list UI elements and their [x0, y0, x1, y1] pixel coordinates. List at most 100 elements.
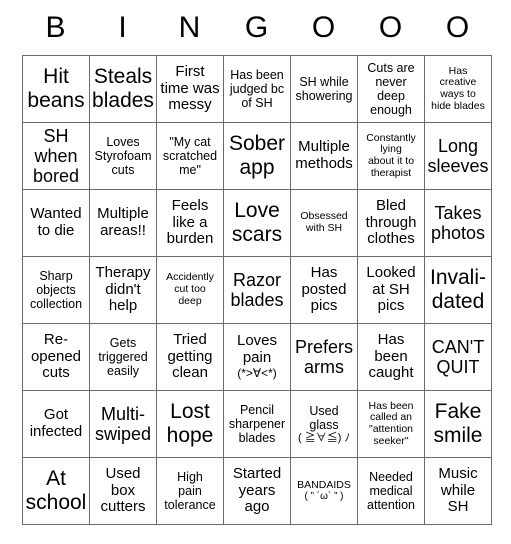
bingo-cell-label: Prefers arms: [294, 336, 354, 377]
bingo-cell[interactable]: Feels like a burden: [156, 189, 224, 257]
bingo-cell-label: Bled through clothes: [365, 196, 417, 248]
bingo-cell[interactable]: Multiple methods: [290, 122, 358, 190]
bingo-cell-label: "My cat scratched me": [162, 135, 218, 177]
bingo-cell[interactable]: Multi- swiped: [89, 390, 157, 458]
bingo-cell[interactable]: Long sleeves: [424, 122, 492, 190]
bingo-cell-label: Multiple areas!!: [97, 205, 149, 239]
bingo-cell[interactable]: Therapy didn't help: [89, 256, 157, 324]
bingo-row: Re- opened cuts Gets triggered easily Trie…: [22, 323, 492, 391]
bingo-cell-label: Constantly lying about it to therapist: [366, 131, 416, 179]
bingo-cell[interactable]: Tried getting clean: [156, 323, 224, 391]
bingo-cell[interactable]: Gets triggered easily: [89, 323, 157, 391]
bingo-cell[interactable]: Loves Styrofoam cuts: [89, 122, 157, 190]
bingo-cell[interactable]: Needed medical attention: [357, 457, 425, 525]
bingo-cell-label: Multiple methods: [295, 138, 353, 172]
bingo-cell[interactable]: Got infected: [22, 390, 90, 458]
bingo-cell[interactable]: Has posted pics: [290, 256, 358, 324]
bingo-cell-label: Has been caught: [368, 330, 414, 382]
bingo-cell-label: Accidently cut too deep: [166, 271, 214, 307]
bingo-cell[interactable]: Accidently cut too deep: [156, 256, 224, 324]
bingo-cell[interactable]: Looked at SH pics: [357, 256, 425, 324]
bingo-cell[interactable]: SH while showering: [290, 55, 358, 123]
bingo-cell[interactable]: High pain tolerance: [156, 457, 224, 525]
bingo-cell[interactable]: Has creative ways to hide blades: [424, 55, 492, 123]
bingo-cell-kaomoji: ( ≧∀≦) ﾉ: [298, 431, 350, 444]
bingo-cell[interactable]: First time was messy: [156, 55, 224, 123]
bingo-cell-label: Got infected: [29, 406, 83, 440]
bingo-cell[interactable]: Used glass( ≧∀≦) ﾉ: [290, 390, 358, 458]
bingo-cell-label: Music while SH: [438, 464, 478, 516]
bingo-cell[interactable]: Has been judged bc of SH: [223, 55, 291, 123]
bingo-cell[interactable]: Started years ago: [223, 457, 291, 525]
bingo-cell[interactable]: Sharp objects collection: [22, 256, 90, 324]
bingo-row: Wanted to die Multiple areas!! Feels like …: [22, 189, 492, 257]
bingo-cell[interactable]: Sober app: [223, 122, 291, 190]
bingo-cell-label: Tried getting clean: [167, 330, 213, 382]
bingo-cell-label: Long sleeves: [427, 135, 489, 176]
bingo-cell-label: BANDAIDS: [297, 478, 351, 491]
bingo-header-letter: O: [311, 10, 336, 44]
bingo-cell[interactable]: Razor blades: [223, 256, 291, 324]
bingo-header-letter: B: [45, 10, 66, 44]
bingo-cell[interactable]: Lost hope: [156, 390, 224, 458]
bingo-cell-label: Started years ago: [232, 464, 282, 516]
bingo-cell[interactable]: Used box cutters: [89, 457, 157, 525]
bingo-header-letter: O: [378, 10, 403, 44]
bingo-cell-label: Sober app: [228, 132, 286, 179]
bingo-card: B I N G O O O Hit beans Steals blades First time…: [0, 0, 511, 544]
bingo-cell[interactable]: Multiple areas!!: [89, 189, 157, 257]
bingo-cell-kaomoji: ( ” ´ω` ” ): [304, 491, 344, 503]
bingo-cell[interactable]: Bled through clothes: [357, 189, 425, 257]
bingo-cell-label: Steals blades: [92, 65, 154, 112]
bingo-cell[interactable]: Loves pain (*>∀<*): [223, 323, 291, 391]
bingo-cell[interactable]: Steals blades: [89, 55, 157, 123]
bingo-cell[interactable]: Has been called an "attention seeker": [357, 390, 425, 458]
bingo-cell-label: Cuts are never deep enough: [367, 61, 415, 117]
bingo-cell[interactable]: CAN'T QUIT: [424, 323, 492, 391]
bingo-cell[interactable]: Pencil sharpener blades: [223, 390, 291, 458]
bingo-cell-label: Hit beans: [27, 65, 85, 112]
bingo-cell-label: At school: [25, 467, 87, 514]
bingo-cell-label: Feels like a burden: [166, 196, 214, 248]
bingo-cell-label: Used box cutters: [100, 464, 146, 516]
bingo-row: SH when bored Loves Styrofoam cuts "My cat…: [22, 122, 492, 190]
bingo-cell[interactable]: Re- opened cuts: [22, 323, 90, 391]
bingo-row: Got infected Multi- swiped Lost hope Pencil…: [22, 390, 492, 458]
bingo-cell[interactable]: BANDAIDS( ” ´ω` ” ): [290, 457, 358, 525]
bingo-cell[interactable]: Wanted to die: [22, 189, 90, 257]
bingo-cell[interactable]: SH when bored: [22, 122, 90, 190]
bingo-cell[interactable]: Love scars: [223, 189, 291, 257]
bingo-cell[interactable]: At school: [22, 457, 90, 525]
bingo-cell-label: Needed medical attention: [367, 470, 415, 512]
bingo-cell-label: Used glass: [309, 403, 339, 432]
bingo-cell[interactable]: "My cat scratched me": [156, 122, 224, 190]
bingo-cell-label: Fake smile: [433, 400, 483, 447]
bingo-header-letter: N: [178, 10, 201, 44]
bingo-cell[interactable]: Music while SH: [424, 457, 492, 525]
bingo-cell-label: Therapy didn't help: [95, 263, 151, 315]
bingo-cell-label: Loves pain: [236, 332, 278, 367]
bingo-cell[interactable]: Cuts are never deep enough: [357, 55, 425, 123]
bingo-cell[interactable]: Constantly lying about it to therapist: [357, 122, 425, 190]
bingo-cell[interactable]: Prefers arms: [290, 323, 358, 391]
bingo-cell-label: SH when bored: [32, 125, 80, 187]
bingo-cell[interactable]: Has been caught: [357, 323, 425, 391]
bingo-row: At school Used box cutters High pain toler…: [22, 457, 492, 525]
bingo-cell[interactable]: Takes photos: [424, 189, 492, 257]
bingo-cell[interactable]: Invali- dated: [424, 256, 492, 324]
bingo-cell-label: Has been judged bc of SH: [229, 68, 285, 110]
bingo-cell-kaomoji: (*>∀<*): [237, 366, 277, 381]
bingo-cell-label: Has been called an "attention seeker": [368, 399, 414, 447]
bingo-cell-label: Gets triggered easily: [98, 336, 148, 378]
bingo-cell-label: Pencil sharpener blades: [228, 403, 286, 445]
bingo-cell-label: CAN'T QUIT: [431, 336, 485, 377]
bingo-cell[interactable]: Hit beans: [22, 55, 90, 123]
bingo-cell[interactable]: Fake smile: [424, 390, 492, 458]
bingo-cell-label: Takes photos: [430, 202, 486, 243]
bingo-row: Hit beans Steals blades First time was mes…: [22, 55, 492, 123]
bingo-cell-label: Razor blades: [230, 269, 284, 310]
bingo-cell-label: Lost hope: [166, 400, 214, 447]
bingo-header-letter: G: [244, 10, 269, 44]
bingo-cell[interactable]: Obsessed with SH: [290, 189, 358, 257]
bingo-cell-label: Invali- dated: [429, 266, 487, 313]
